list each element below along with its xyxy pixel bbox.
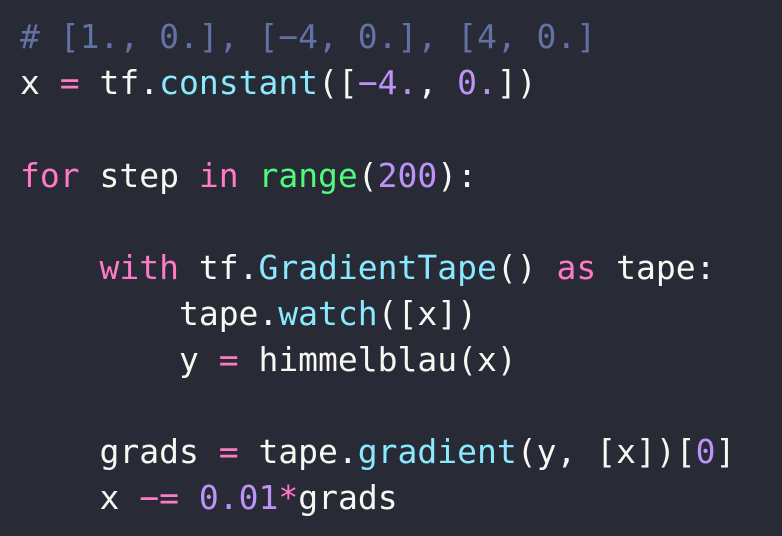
function-name: constant <box>159 63 319 102</box>
punctuation: ( <box>357 156 378 195</box>
operator: = <box>59 63 80 102</box>
punctuation: ] <box>715 432 736 471</box>
comment-text: # [1., 0.], [−4, 0.], [4, 0.] <box>20 17 597 56</box>
builtin-name: range <box>258 156 358 195</box>
variable: step <box>79 156 199 195</box>
number-literal: 200 <box>377 156 438 195</box>
variable: x <box>20 63 60 102</box>
call-expression: himmelblau(x) <box>238 340 517 379</box>
function-name: gradient <box>357 432 517 471</box>
variable: x <box>99 478 140 517</box>
variable: grads <box>99 432 219 471</box>
operator: = <box>218 340 239 379</box>
number-literal: 0 <box>695 432 716 471</box>
code-line-7: tape.watch([x]) <box>20 291 477 337</box>
number-literal: −4. <box>357 63 418 102</box>
keyword: with <box>99 248 179 287</box>
code-line-1: # [1., 0.], [−4, 0.], [4, 0.] <box>20 14 596 60</box>
code-line-2: x = tf.constant([−4., 0.]) <box>20 60 537 106</box>
operator: −= <box>139 478 179 517</box>
code-line-10: grads = tape.gradient(y, [x])[0] <box>20 429 735 475</box>
code-line-4: for step in range(200): <box>20 153 477 199</box>
punctuation: , <box>417 63 458 102</box>
keyword: for <box>20 156 80 195</box>
variable: y <box>178 340 219 379</box>
function-name: GradientTape <box>258 248 497 287</box>
number-literal: 0.01 <box>198 478 279 517</box>
keyword: in <box>198 156 239 195</box>
punctuation: () <box>496 248 557 287</box>
object-ref: tape. <box>238 432 358 471</box>
punctuation: ): <box>437 156 478 195</box>
punctuation: (y, [x])[ <box>516 432 696 471</box>
code-line-11: x −= 0.01*grads <box>20 475 398 521</box>
object-ref: tape. <box>178 294 279 333</box>
operator: = <box>218 432 239 471</box>
code-line-8: y = himmelblau(x) <box>20 337 517 383</box>
number-literal: 0. <box>457 63 497 102</box>
operator: * <box>278 478 299 517</box>
variable: tape: <box>596 248 716 287</box>
code-line-6: with tf.GradientTape() as tape: <box>20 245 715 291</box>
function-name: watch <box>278 294 378 333</box>
keyword: as <box>556 248 597 287</box>
punctuation: ([ <box>318 63 358 102</box>
object-ref: tf. <box>178 248 259 287</box>
code-editor: # [1., 0.], [−4, 0.], [4, 0.] x = tf.con… <box>0 0 782 536</box>
punctuation: ([x]) <box>377 294 477 333</box>
punctuation: ]) <box>496 63 537 102</box>
object-ref: tf. <box>79 63 160 102</box>
variable: grads <box>298 478 398 517</box>
